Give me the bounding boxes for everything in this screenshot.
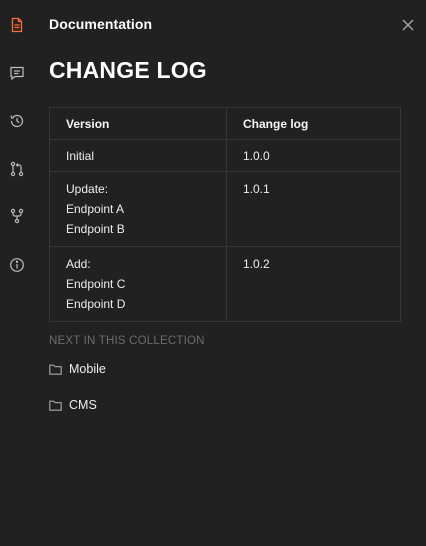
folder-icon [49,400,62,411]
version-cell: Initial [49,139,227,172]
history-icon[interactable] [8,112,26,130]
next-in-collection-heading: NEXT IN THIS COLLECTION [49,335,205,347]
changelog-cell: 1.0.2 [226,246,401,322]
version-line: Endpoint C [66,277,126,291]
page-title: CHANGE LOG [49,57,207,83]
collection-item-mobile[interactable]: Mobile [49,360,106,378]
collection-item-label: Mobile [69,362,106,376]
version-line: Initial [66,148,95,163]
version-line: Endpoint B [66,222,125,236]
version-cell: Add: Endpoint C Endpoint D [49,246,227,322]
documentation-icon[interactable] [8,16,26,34]
folder-icon [49,364,62,375]
fork-icon[interactable] [8,207,26,225]
version-cell: Update: Endpoint A Endpoint B [49,171,227,247]
version-line: Endpoint A [66,202,125,216]
comments-icon[interactable] [8,64,26,82]
collection-item-cms[interactable]: CMS [49,396,97,414]
close-icon[interactable] [401,18,415,32]
changelog-cell: 1.0.1 [226,171,401,247]
table-header-row: Version Change log [49,107,401,140]
version-line: Endpoint D [66,297,126,311]
changelog-cell: 1.0.0 [226,139,401,172]
column-header-version: Version [49,107,227,140]
pull-request-icon[interactable] [8,160,26,178]
side-rail [0,0,34,546]
table-row: Initial 1.0.0 [49,139,401,172]
column-header-change-log: Change log [226,107,401,140]
table-row: Update: Endpoint A Endpoint B 1.0.1 [49,171,401,247]
documentation-panel: Documentation CHANGE LOG Version Change … [0,0,426,546]
changelog-table: Version Change log Initial 1.0.0 Update:… [49,107,401,322]
version-line: Update: [66,182,109,196]
panel-title: Documentation [49,16,153,32]
version-line: Add: [66,257,91,271]
info-icon[interactable] [8,256,26,274]
table-row: Add: Endpoint C Endpoint D 1.0.2 [49,246,401,322]
collection-item-label: CMS [69,398,97,412]
